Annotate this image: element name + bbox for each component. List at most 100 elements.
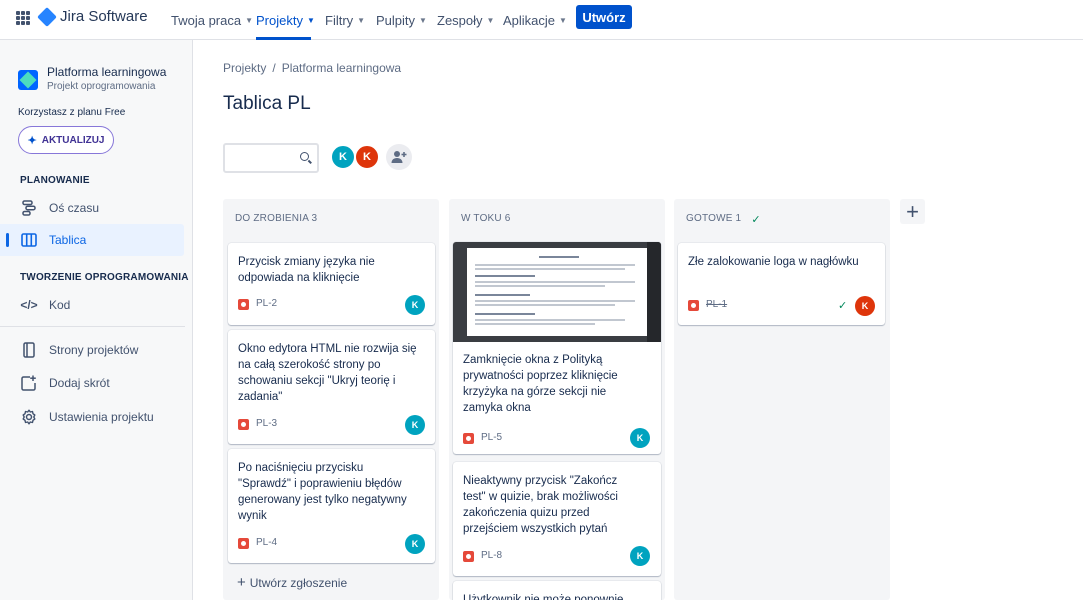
assignee-avatar[interactable]: K [630,428,650,448]
nav-projects[interactable]: Projekty ▼ [256,0,315,40]
issue-card[interactable]: Przycisk zmiany języka nie odpowiada na … [228,243,435,325]
nav-label: Aplikacje [503,12,556,28]
sidebar-item-project-pages[interactable]: Strony projektów [0,334,184,366]
breadcrumb-projects[interactable]: Projekty [223,61,266,75]
card-title: Złe zalokowanie loga w nagłówku [688,256,859,268]
create-issue-button[interactable]: + Utwórz zgłoszenie [237,574,347,591]
sidebar-item-code[interactable]: </> Kod [0,289,184,321]
create-button[interactable]: Utwórz [576,5,632,29]
avatar[interactable]: K [330,144,356,170]
nav-filters[interactable]: Filtry ▼ [325,0,365,40]
add-shortcut-icon [21,375,37,391]
sidebar-item-label: Strony projektów [49,343,139,357]
nav-label: Twoja praca [171,12,242,28]
code-icon: </> [20,298,38,312]
nav-dashboards[interactable]: Pulpity ▼ [376,0,427,40]
app-switcher-icon[interactable] [16,11,30,25]
attachment-thumbnail [453,242,661,342]
sidebar-item-add-shortcut[interactable]: Dodaj skrót [0,367,184,399]
add-people-button[interactable] [386,144,412,170]
issue-card[interactable]: Po naciśnięciu przycisku "Sprawdź" i pop… [228,449,435,563]
column-header: DO ZROBIENIA 3 [235,213,317,224]
sidebar-item-label: Oś czasu [49,201,100,215]
bug-icon [463,433,474,444]
card-title: Przycisk zmiany języka nie odpowiada na … [238,256,375,284]
plus-icon: + [237,574,246,591]
create-issue-label: Utwórz zgłoszenie [249,576,348,590]
breadcrumb-separator: / [272,61,276,75]
sidebar-item-label: Dodaj skrót [49,376,110,390]
assignee-avatar[interactable]: K [405,534,425,554]
issue-key[interactable]: PL-4 [256,537,277,548]
card-title: Użytkownik nie może ponownie [463,594,624,600]
sidebar-item-label: Ustawienia projektu [49,410,154,424]
assignee-avatar[interactable]: K [855,296,875,316]
issue-card[interactable]: Nieaktywny przycisk "Zakończ test" w qui… [453,462,661,576]
board-icon [21,232,37,248]
gear-icon [21,409,37,425]
issue-key[interactable]: PL-5 [481,432,502,443]
top-navigation: Jira Software Twoja praca ▼ Projekty ▼ Fil… [0,0,1083,40]
issue-key[interactable]: PL-3 [256,418,277,429]
nav-apps[interactable]: Aplikacje ▼ [503,0,567,40]
nav-label: Pulpity [376,12,416,28]
sidebar-divider [0,326,185,327]
issue-key[interactable]: PL-1 [706,299,727,310]
search-icon [300,152,309,161]
avatar[interactable]: K [354,144,380,170]
upgrade-label: AKTUALIZUJ [41,134,105,146]
jira-logo[interactable]: Jira Software [37,6,148,27]
upgrade-button[interactable]: ✦ AKTUALIZUJ [18,126,114,154]
section-development: TWORZENIE OPROGRAMOWANIA [20,272,189,283]
plan-text: Korzystasz z planu Free [18,107,126,118]
breadcrumb-project[interactable]: Platforma learningowa [282,61,401,75]
assignee-avatar[interactable]: K [405,295,425,315]
nav-label: Projekty [256,12,303,28]
page-title: Tablica PL [223,93,311,114]
issue-card[interactable]: Złe zalokowanie loga w nagłówku PL-1 ✓ K [678,243,885,325]
column-header: GOTOWE 1 ✓ [686,213,761,226]
assignee-avatar[interactable]: K [405,415,425,435]
done-check-icon: ✓ [838,300,848,312]
column-header: W TOKU 6 [461,213,511,224]
bug-icon [463,551,474,562]
bug-icon [238,419,249,430]
search-input[interactable] [223,143,319,173]
sidebar-item-project-settings[interactable]: Ustawienia projektu [0,401,184,433]
issue-key[interactable]: PL-8 [481,550,502,561]
page-icon [21,342,37,358]
column-title: W TOKU 6 [461,213,511,224]
issue-card[interactable]: Użytkownik nie może ponownie [453,581,661,600]
breadcrumb: Projekty / Platforma learningowa [223,61,401,75]
chevron-down-icon: ▼ [245,15,254,25]
card-title: Okno edytora HTML nie rozwija się na cał… [238,343,417,403]
add-column-button[interactable]: + [900,199,925,224]
issue-card[interactable]: Okno edytora HTML nie rozwija się na cał… [228,330,435,444]
bug-icon [238,299,249,310]
sidebar-item-board[interactable]: Tablica [0,224,184,256]
card-title: Po naciśnięciu przycisku "Sprawdź" i pop… [238,462,407,522]
chevron-down-icon: ▼ [559,15,567,25]
bug-icon [688,300,699,311]
issue-key[interactable]: PL-2 [256,298,277,309]
card-title: Nieaktywny przycisk "Zakończ test" w qui… [463,475,618,535]
active-indicator [6,233,9,247]
project-name[interactable]: Platforma learningowa [47,65,166,79]
section-planning: PLANOWANIE [20,175,90,186]
nav-label: Zespoły [437,12,483,28]
nav-label: Filtry [325,12,354,28]
brand-name: Jira Software [60,8,148,25]
nav-your-work[interactable]: Twoja praca ▼ [171,0,253,40]
nav-teams[interactable]: Zespoły ▼ [437,0,494,40]
card-title: Zamknięcie okna z Polityką prywatności p… [463,354,618,414]
done-check-icon: ✓ [751,214,761,226]
timeline-icon [21,200,37,216]
sidebar-item-timeline[interactable]: Oś czasu [0,192,184,224]
project-type: Projekt oprogramowania [47,81,156,92]
plus-icon: + [906,198,919,224]
issue-card[interactable]: Zamknięcie okna z Polityką prywatności p… [453,242,661,454]
column-title: DO ZROBIENIA 3 [235,213,318,224]
assignee-avatar[interactable]: K [630,546,650,566]
jira-diamond-icon [37,6,57,27]
project-avatar-icon [18,70,38,90]
